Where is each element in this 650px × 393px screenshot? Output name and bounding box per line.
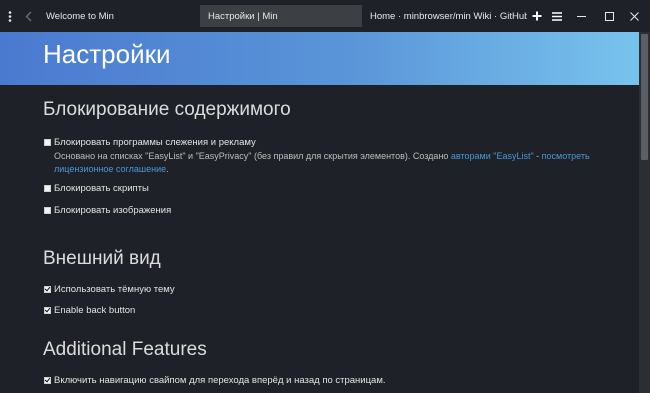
option-label: Блокировать скрипты (54, 183, 149, 194)
checkbox-swipe-navigation[interactable] (44, 377, 51, 384)
option-label: Enable back button (54, 305, 136, 316)
section-heading-appearance: Внешний вид (43, 248, 161, 269)
option-block-trackers[interactable]: Блокировать программы слежения и рекламу (44, 137, 256, 148)
settings-content: Блокирование содержимого Блокировать про… (0, 85, 639, 393)
plus-icon (532, 11, 542, 21)
checkbox-dark-theme[interactable] (44, 286, 51, 293)
option-label: Включить навигацию свайпом для перехода … (54, 375, 386, 386)
arrow-left-icon (25, 11, 31, 21)
tab-bar: Welcome to Min Настройки | Min Home · mi… (0, 0, 650, 32)
option-block-scripts[interactable]: Блокировать скрипты (44, 183, 149, 194)
option-back-button[interactable]: Enable back button (44, 305, 135, 316)
scrollbar[interactable] (639, 32, 650, 393)
vertical-dots-icon (8, 10, 12, 22)
section-heading-content-blocking: Блокирование содержимого (43, 99, 291, 120)
settings-page: Настройки Блокирование содержимого Блоки… (0, 32, 650, 393)
checkbox-back-button[interactable] (44, 307, 51, 314)
maximize-icon (604, 11, 614, 21)
menu-button[interactable] (2, 0, 18, 32)
option-description: Основано на списках "EasyList" и "EasyPr… (54, 151, 590, 174)
tab-welcome[interactable]: Welcome to Min (38, 5, 200, 27)
back-button[interactable] (20, 0, 36, 32)
close-button[interactable] (625, 0, 643, 32)
section-heading-additional-features: Additional Features (43, 339, 207, 360)
tab-settings[interactable]: Настройки | Min (200, 5, 362, 27)
option-label: Блокировать программы слежения и рекламу (54, 137, 256, 148)
new-tab-button[interactable] (529, 0, 545, 32)
checkbox-block-images[interactable] (44, 207, 51, 214)
tab-title: Home · minbrowser/min Wiki · GitHub (370, 10, 527, 22)
scrollbar-thumb[interactable] (641, 34, 648, 160)
tasks-button[interactable] (548, 0, 566, 32)
page-title: Настройки (43, 39, 171, 69)
maximize-button[interactable] (600, 0, 618, 32)
close-icon (629, 11, 639, 21)
checkbox-block-scripts[interactable] (44, 185, 51, 192)
option-label: Блокировать изображения (54, 205, 172, 216)
option-label: Использовать тёмную тему (54, 284, 175, 295)
tab-title: Welcome to Min (46, 10, 114, 22)
option-dark-theme[interactable]: Использовать тёмную тему (44, 284, 175, 295)
option-block-images[interactable]: Блокировать изображения (44, 205, 171, 216)
option-swipe-navigation[interactable]: Включить навигацию свайпом для перехода … (44, 375, 386, 386)
hamburger-icon (552, 11, 562, 21)
checkbox-block-trackers[interactable] (44, 139, 51, 146)
tab-title: Настройки | Min (208, 10, 278, 22)
tab-github-wiki[interactable]: Home · minbrowser/min Wiki · GitHub (362, 5, 527, 27)
page-header-banner: Настройки (0, 32, 639, 85)
easylist-authors-link[interactable]: авторами "EasyList" (451, 151, 534, 161)
minimize-button[interactable] (572, 0, 590, 32)
minimize-icon (576, 15, 586, 17)
